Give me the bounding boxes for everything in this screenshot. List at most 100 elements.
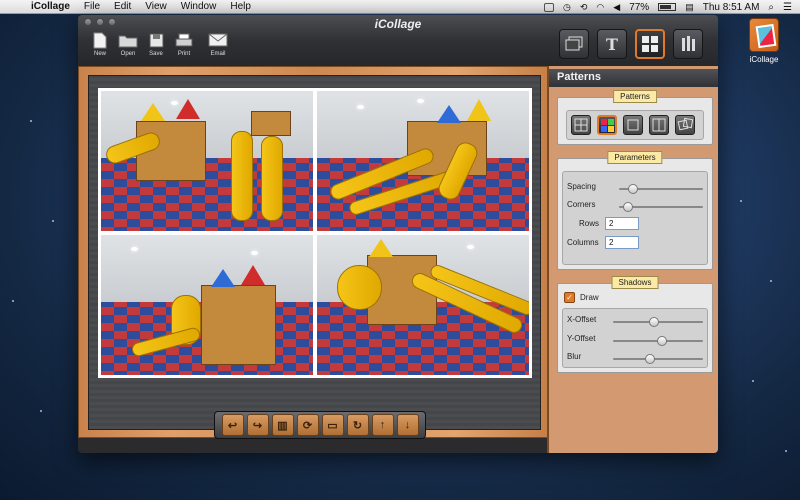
delete-button[interactable]: ▥ (271, 414, 294, 436)
save-button-label: Save (149, 51, 163, 57)
battery-icon[interactable] (658, 3, 677, 11)
rotate-icon: ↻ (352, 419, 363, 432)
patterns-icon (642, 36, 658, 52)
open-button-label: Open (120, 51, 136, 57)
tab-text[interactable]: T (597, 29, 627, 59)
menubar-clock[interactable]: Thu 8:51 AM (703, 2, 760, 13)
icollage-app-icon (749, 18, 779, 52)
spacing-slider[interactable] (619, 184, 703, 194)
patterns-section: Patterns (557, 90, 713, 145)
blur-slider[interactable] (613, 354, 703, 364)
yoffset-slider-knob[interactable] (657, 336, 667, 346)
blur-label: Blur (567, 352, 582, 361)
tab-photos[interactable] (559, 29, 589, 59)
xoffset-slider[interactable] (613, 317, 703, 327)
shadows-section-label: Shadows (611, 276, 659, 289)
volume-icon[interactable]: ◀ (613, 2, 620, 13)
email-button-label: Email (210, 51, 226, 57)
tab-effects[interactable] (673, 29, 703, 59)
photos-icon (565, 36, 583, 51)
collage-photo-2[interactable] (317, 91, 529, 231)
clock-icon[interactable]: ◷ (563, 2, 571, 13)
trash-icon: ▥ (277, 419, 288, 432)
brushes-icon (682, 36, 695, 51)
refresh-icon: ⟳ (302, 419, 313, 432)
envelope-icon (207, 31, 229, 49)
menu-edit[interactable]: Edit (107, 0, 138, 14)
new-button[interactable]: New (86, 31, 114, 57)
wifi-icon[interactable]: ◠ (596, 2, 604, 13)
notification-center-icon[interactable]: ☰ (783, 2, 792, 13)
draw-shadow-checkbox[interactable]: ✓ (564, 292, 575, 303)
timemachine-icon[interactable]: ⟲ (580, 2, 588, 13)
menu-file[interactable]: File (77, 0, 107, 14)
shuffle-button[interactable]: ⟳ (296, 414, 319, 436)
save-button[interactable]: Save (142, 31, 170, 57)
desktop-app-icon[interactable]: iCollage (742, 18, 786, 76)
columns-input[interactable]: 2 (605, 236, 639, 249)
pattern-option-2[interactable] (597, 115, 617, 135)
frame-icon: ▭ (327, 419, 338, 432)
status-icon-1[interactable] (544, 2, 554, 12)
parameters-section-label: Parameters (607, 151, 663, 164)
app-window: iCollage New Open Save Print Email T ↩ ↪… (78, 15, 718, 453)
patterns-panel: Patterns Patterns Parameters Spacing Cor… (547, 66, 718, 453)
pattern-picker (566, 110, 704, 140)
send-backward-button[interactable]: ↓ (396, 414, 419, 436)
shadow-params-box: X-Offset Y-Offset Blur (562, 308, 708, 368)
collage-photo-3[interactable] (101, 235, 313, 375)
collage-canvas[interactable] (98, 88, 532, 378)
bring-forward-button[interactable]: ↑ (371, 414, 394, 436)
collage-photo-1[interactable] (101, 91, 313, 231)
folder-icon (117, 31, 139, 49)
menu-view[interactable]: View (138, 0, 174, 14)
spacing-slider-knob[interactable] (627, 184, 638, 194)
pattern-grid-icon (574, 118, 588, 132)
print-button[interactable]: Print (170, 31, 198, 57)
arrow-down-icon: ↓ (404, 419, 411, 431)
edit-toolbar: ↩ ↪ ▥ ⟳ ▭ ↻ ↑ ↓ (214, 411, 426, 439)
xoffset-label: X-Offset (567, 315, 597, 324)
text-icon: T (606, 34, 618, 54)
menu-window[interactable]: Window (174, 0, 224, 14)
corners-slider[interactable] (619, 202, 703, 212)
pattern-option-1[interactable] (571, 115, 591, 135)
open-button[interactable]: Open (114, 31, 142, 57)
battery-percentage[interactable]: 77% (629, 2, 649, 13)
fit-button[interactable]: ▭ (321, 414, 344, 436)
redo-button[interactable]: ↪ (246, 414, 269, 436)
flag-icon[interactable]: ▤ (685, 2, 694, 13)
pattern-split-icon (652, 118, 666, 132)
menu-help[interactable]: Help (223, 0, 258, 14)
spotlight-search-icon[interactable]: ⌕ (768, 2, 774, 13)
email-button[interactable]: Email (204, 31, 232, 57)
xoffset-slider-knob[interactable] (649, 317, 659, 327)
menu-bar: iCollage File Edit View Window Help ◷ ⟲ … (0, 0, 800, 14)
corners-label: Corners (567, 200, 596, 209)
pattern-option-4[interactable] (649, 115, 669, 135)
collage-photo-4[interactable] (317, 235, 529, 375)
rows-label: Rows (579, 219, 600, 228)
collage-board: ↩ ↪ ▥ ⟳ ▭ ↻ ↑ ↓ (88, 75, 541, 439)
spacing-label: Spacing (567, 182, 596, 191)
blur-slider-knob[interactable] (645, 354, 655, 364)
rows-input[interactable]: 2 (605, 217, 639, 230)
printer-icon (173, 31, 195, 49)
undo-button[interactable]: ↩ (221, 414, 244, 436)
menu-app-name[interactable]: iCollage (24, 0, 77, 14)
panel-title: Patterns (549, 69, 718, 87)
pattern-option-3[interactable] (623, 115, 643, 135)
rotate-button[interactable]: ↻ (346, 414, 369, 436)
yoffset-slider[interactable] (613, 336, 703, 346)
new-document-icon (89, 31, 111, 49)
pattern-colorgrid-icon (601, 119, 614, 132)
columns-label: Columns (567, 238, 599, 247)
redo-icon: ↪ (252, 419, 263, 432)
tab-patterns[interactable] (635, 29, 665, 59)
title-bar: iCollage New Open Save Print Email T (78, 15, 718, 67)
undo-icon: ↩ (227, 419, 238, 432)
pattern-option-5[interactable] (675, 115, 695, 135)
patterns-section-label: Patterns (613, 90, 657, 103)
desktop-app-label: iCollage (749, 55, 779, 64)
corners-slider-knob[interactable] (622, 202, 633, 212)
